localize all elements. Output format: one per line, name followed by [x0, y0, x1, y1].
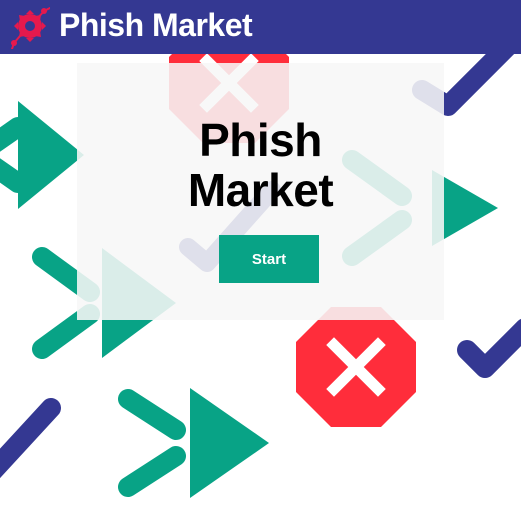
card-title-line-1: Phish: [199, 114, 322, 166]
start-button[interactable]: Start: [219, 235, 319, 283]
check-mark-icon: [0, 398, 61, 479]
app-title: Phish Market: [59, 7, 253, 43]
card-title-line-2: Market: [187, 164, 334, 216]
app-header: Phish Market: [0, 0, 521, 54]
check-mark-icon: [457, 318, 521, 378]
gear-icon: [11, 7, 50, 49]
welcome-card: Phish Market Start: [77, 63, 444, 320]
card-title: Phish Market: [77, 115, 444, 215]
x-octagon-icon: [296, 307, 416, 427]
double-arrow-icon: [0, 101, 84, 209]
double-arrow-icon: [118, 388, 269, 498]
